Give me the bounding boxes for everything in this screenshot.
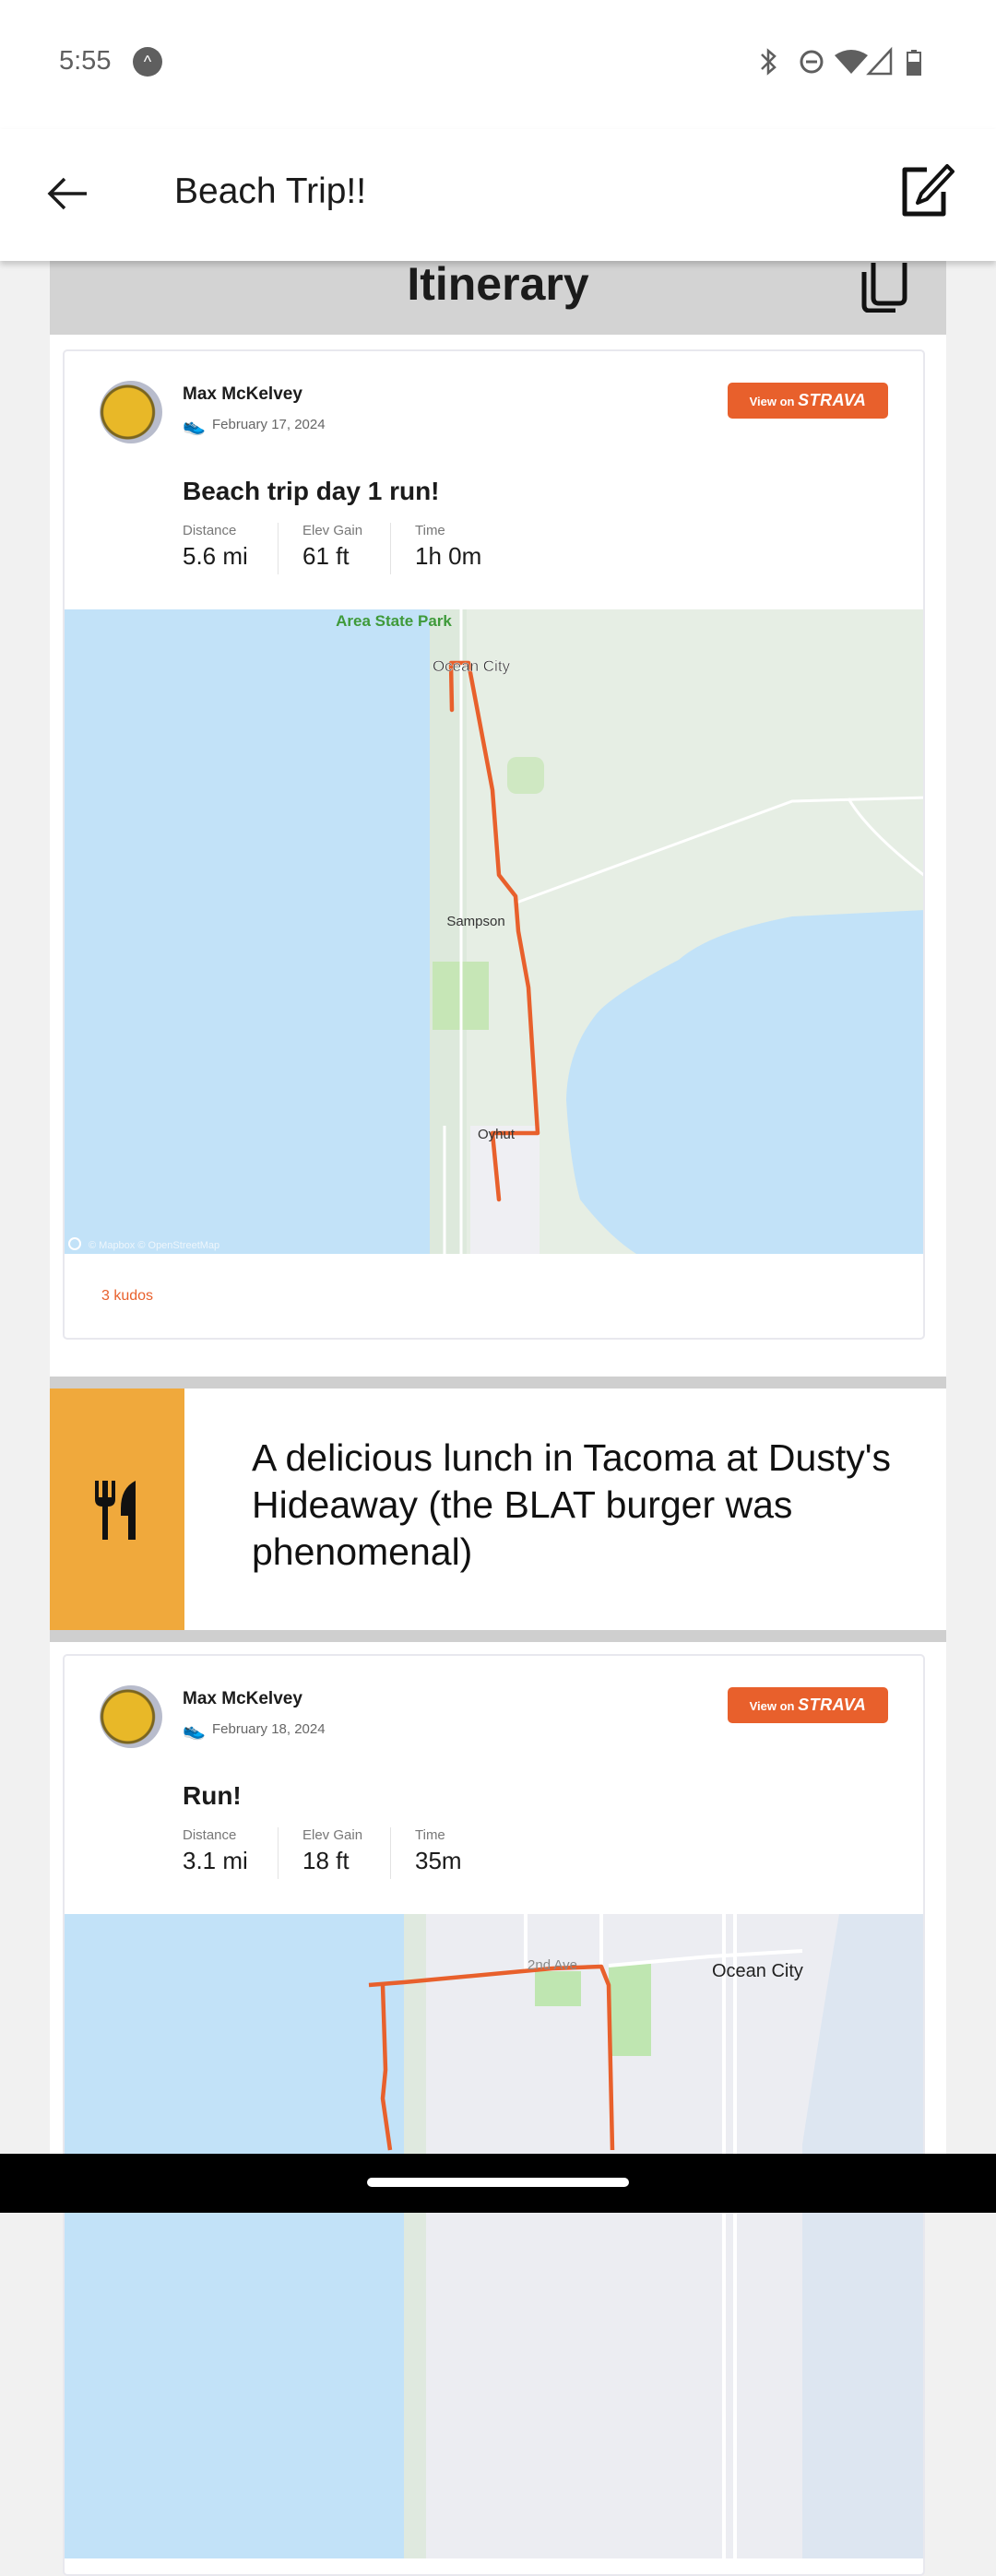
stat-time: Time 1h 0m — [415, 523, 481, 571]
strava-activity-card[interactable]: Max McKelvey 👟 February 18, 2024 View on… — [63, 1654, 925, 2576]
wifi-icon — [835, 50, 868, 74]
stat-elev-gain: Elev Gain 18 ft — [302, 1827, 362, 1875]
strava-activity-card[interactable]: Max McKelvey 👟 February 17, 2024 View on… — [63, 349, 925, 1340]
avatar — [100, 1685, 162, 1748]
activity-date: February 18, 2024 — [212, 1721, 326, 1737]
app-bar: Beach Trip!! — [0, 129, 996, 261]
avatar — [100, 381, 162, 443]
arrow-left-icon[interactable] — [44, 171, 90, 218]
shoe-icon: 👟 — [183, 1720, 206, 1741]
note-icon-block — [50, 1388, 184, 1630]
system-nav-bar — [0, 2154, 996, 2213]
section-divider — [50, 1630, 946, 1642]
map-label: Sampson — [446, 914, 504, 929]
home-gesture-handle[interactable] — [367, 2178, 629, 2187]
status-bar: 5:55 ^ — [0, 0, 996, 129]
stat-value: 18 ft — [302, 1847, 350, 1874]
itinerary-header: Itinerary — [50, 258, 946, 335]
athlete-name[interactable]: Max McKelvey — [183, 384, 302, 405]
stat-time: Time 35m — [415, 1827, 462, 1875]
map-park — [535, 1971, 581, 2006]
signal-icon — [866, 46, 893, 76]
stat-value: 5.6 mi — [183, 542, 248, 570]
stat-elev-gain: Elev Gain 61 ft — [302, 523, 362, 571]
stat-distance: Distance 5.6 mi — [183, 523, 248, 571]
edit-icon[interactable] — [899, 162, 956, 219]
stat-divider — [390, 523, 391, 574]
map-park — [507, 757, 544, 794]
stat-label: Time — [415, 1827, 445, 1843]
stat-label: Distance — [183, 1827, 237, 1843]
map-town — [470, 1126, 540, 1254]
stat-divider — [278, 523, 279, 574]
route-map[interactable]: 2nd Ave Ocean City — [65, 1914, 925, 2558]
note-text: A delicious lunch in Tacoma at Dusty's H… — [252, 1436, 892, 1573]
stat-divider — [390, 1827, 391, 1879]
view-on-strava-button[interactable]: View on STRAVA — [728, 383, 888, 419]
activity-date: February 17, 2024 — [212, 417, 326, 432]
stat-value: 3.1 mi — [183, 1847, 248, 1874]
athlete-name[interactable]: Max McKelvey — [183, 1689, 302, 1709]
button-prefix: View on — [749, 1699, 795, 1713]
bluetooth-icon — [761, 48, 777, 76]
map-beach — [404, 1914, 426, 2558]
strava-logo: STRAVA — [798, 391, 867, 409]
stat-label: Time — [415, 523, 445, 538]
button-prefix: View on — [749, 395, 795, 408]
fork-knife-icon — [95, 1481, 136, 1540]
stat-label: Distance — [183, 523, 237, 538]
note-item[interactable]: A delicious lunch in Tacoma at Dusty's H… — [50, 1388, 946, 1630]
app-notification-icon: ^ — [133, 47, 162, 77]
map-label: Ocean City — [433, 657, 511, 675]
view-on-strava-button[interactable]: View on STRAVA — [728, 1687, 888, 1723]
itinerary-content[interactable]: Itinerary Max McKelvey 👟 February 17, 20… — [50, 258, 946, 2576]
map-label: Oyhut — [478, 1127, 516, 1142]
stat-label: Elev Gain — [302, 1827, 363, 1843]
battery-icon — [907, 50, 921, 76]
kudos-count[interactable]: 3 kudos — [101, 1288, 153, 1305]
section-divider — [50, 1377, 946, 1388]
activity-title[interactable]: Beach trip day 1 run! — [183, 477, 440, 506]
map-label: Ocean City — [712, 1961, 803, 1981]
shoe-icon: 👟 — [183, 416, 206, 436]
stat-distance: Distance 3.1 mi — [183, 1827, 248, 1875]
do-not-disturb-icon — [800, 50, 824, 74]
map-ocean — [65, 609, 430, 1254]
map-attribution: © Mapbox © OpenStreetMap — [89, 1240, 219, 1251]
map-park — [609, 1964, 651, 2056]
map-ocean — [65, 1914, 404, 2558]
itinerary-title: Itinerary — [407, 258, 589, 310]
activity-title[interactable]: Run! — [183, 1781, 242, 1811]
stat-value: 61 ft — [302, 542, 350, 570]
status-time: 5:55 — [59, 46, 112, 76]
copy-icon[interactable] — [859, 261, 914, 313]
stat-value: 1h 0m — [415, 542, 482, 570]
stat-label: Elev Gain — [302, 523, 363, 538]
status-icons — [761, 46, 921, 76]
map-label: 2nd Ave — [528, 1957, 577, 1973]
route-map[interactable]: Area State Park Ocean City Sampson Oyhut… — [65, 609, 925, 1254]
page-title: Beach Trip!! — [174, 171, 367, 211]
map-label: Area State Park — [336, 612, 452, 630]
stat-value: 35m — [415, 1847, 462, 1874]
stat-divider — [278, 1827, 279, 1879]
strava-logo: STRAVA — [798, 1696, 867, 1714]
